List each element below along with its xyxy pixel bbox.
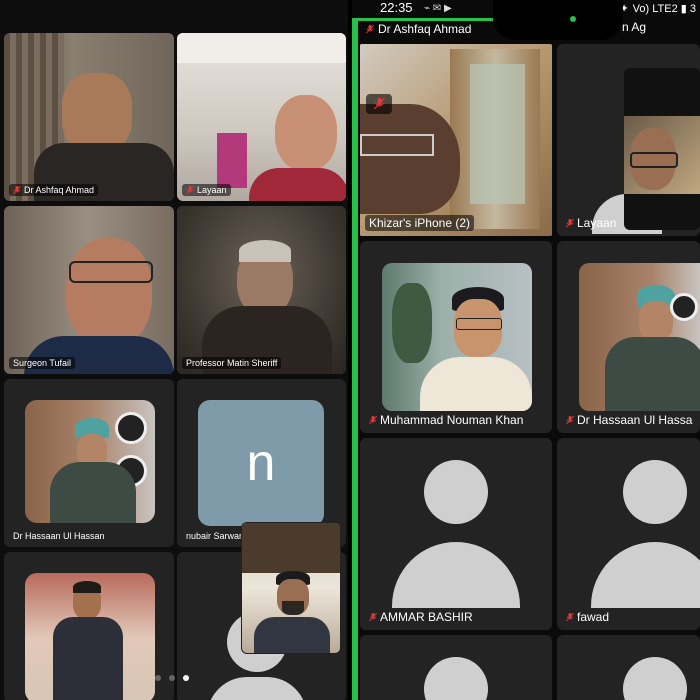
muted-mic-icon bbox=[373, 98, 385, 110]
name-text: AMMAR BASHIR bbox=[380, 610, 473, 624]
right-meeting-screen: 22:35 ⌁ ✉ ▶ ✦ Vo) LTE2 ▮ 3 Dr Ashfaq Ahm… bbox=[352, 0, 700, 700]
name-text: Dr Ashfaq Ahmad bbox=[378, 22, 472, 36]
participant-tile[interactable]: Surgeon Tufail bbox=[4, 206, 174, 374]
self-view-pip[interactable] bbox=[624, 68, 700, 230]
name-text: Muhammad Nouman Khan bbox=[380, 413, 524, 427]
participant-name-label: Khizar's iPhone (2) bbox=[365, 215, 475, 231]
name-text: Dr Ashfaq Ahmad bbox=[24, 185, 95, 195]
participant-tile[interactable]: Layaan bbox=[177, 33, 346, 201]
avatar-placeholder-body bbox=[207, 677, 307, 700]
page-indicator[interactable] bbox=[155, 675, 189, 681]
participant-name-label: Layaan bbox=[562, 215, 620, 231]
participant-video bbox=[4, 33, 174, 201]
name-text: Khizar's iPhone (2) bbox=[369, 216, 471, 230]
avatar-placeholder-head bbox=[623, 460, 687, 524]
participant-video bbox=[177, 33, 346, 201]
participant-video bbox=[4, 206, 174, 374]
muted-mic-icon bbox=[186, 185, 194, 195]
page-dot-active[interactable] bbox=[183, 675, 189, 681]
notification-icons: ⌁ ✉ ▶ bbox=[424, 3, 452, 14]
self-view-pip[interactable] bbox=[241, 522, 341, 654]
muted-mic-icon bbox=[566, 415, 574, 425]
name-text: nubair Sarwar bbox=[186, 531, 243, 541]
avatar-placeholder-head bbox=[424, 657, 488, 700]
avatar-placeholder-body bbox=[591, 542, 700, 608]
participant-profile-photo bbox=[25, 400, 155, 523]
name-text: Professor Matin Sheriff bbox=[186, 358, 278, 368]
page-dot[interactable] bbox=[169, 675, 175, 681]
participant-tile[interactable]: Muhammad Nouman Khan bbox=[360, 241, 552, 433]
participant-video bbox=[360, 44, 552, 236]
top-strip-name: Dr Ashfaq Ahmad bbox=[366, 20, 546, 38]
name-text: Layaan bbox=[577, 216, 617, 230]
participant-tile[interactable]: fawad bbox=[557, 438, 700, 630]
top-strip-name: n Ag bbox=[622, 20, 647, 34]
participant-name-label: AMMAR BASHIR bbox=[365, 609, 477, 625]
name-text: fawad bbox=[577, 610, 610, 624]
participant-profile-photo bbox=[579, 263, 700, 411]
muted-mic-icon bbox=[369, 415, 377, 425]
participant-name-label: fawad bbox=[562, 609, 613, 625]
participant-tile[interactable]: Dr Hassaan Ul Hassan bbox=[4, 379, 174, 547]
participant-video bbox=[177, 206, 346, 374]
muted-mic-icon bbox=[566, 612, 574, 622]
participant-name-label: Professor Matin Sheriff bbox=[182, 357, 282, 369]
participant-name-label: Surgeon Tufail bbox=[9, 357, 76, 369]
participant-name-label: Dr Hassaan Ul Hassan bbox=[9, 530, 109, 542]
muted-badge bbox=[366, 94, 392, 114]
name-text: Dr Hassaan Ul Hassan bbox=[13, 531, 105, 541]
name-text: Layaan bbox=[197, 185, 227, 195]
name-text: Dr Hassaan Ul Hassa bbox=[577, 413, 693, 427]
participant-name-label: Muhammad Nouman Khan bbox=[365, 412, 527, 428]
participant-tile[interactable]: Dr Hassaan Ul Hassa bbox=[557, 241, 700, 433]
participant-tile[interactable]: Dr Ashfaq Ahmad bbox=[4, 33, 174, 201]
participant-tile[interactable] bbox=[557, 635, 700, 700]
participant-name-label: Layaan bbox=[182, 184, 231, 196]
participant-name-label: nubair Sarwar bbox=[182, 530, 246, 542]
initial-text: n bbox=[246, 434, 276, 492]
active-screen-border bbox=[352, 18, 358, 700]
muted-mic-icon bbox=[366, 24, 374, 34]
muted-mic-icon bbox=[566, 218, 574, 228]
participant-tile-active-speaker[interactable]: Professor Matin Sheriff bbox=[177, 206, 346, 374]
muted-mic-icon bbox=[13, 185, 21, 195]
participant-tile[interactable] bbox=[4, 552, 174, 700]
participant-tile[interactable]: AMMAR BASHIR bbox=[360, 438, 552, 630]
avatar-placeholder-body bbox=[392, 542, 520, 608]
page-dot[interactable] bbox=[155, 675, 161, 681]
signal-text: Vo) LTE2 ▮ 3 bbox=[632, 3, 696, 15]
system-icons: ✦ Vo) LTE2 ▮ 3 bbox=[619, 2, 696, 15]
muted-mic-icon bbox=[369, 612, 377, 622]
clock: 22:35 bbox=[380, 0, 413, 15]
participant-tile[interactable] bbox=[360, 635, 552, 700]
avatar-placeholder-head bbox=[623, 657, 687, 700]
participant-profile-photo bbox=[382, 263, 532, 411]
participant-name-label: Dr Ashfaq Ahmad bbox=[9, 184, 99, 196]
participant-profile-photo bbox=[25, 573, 155, 700]
participant-initial-avatar: n bbox=[198, 400, 324, 526]
participant-tile-active-speaker[interactable]: Khizar's iPhone (2) bbox=[360, 44, 552, 236]
participant-name-label: Dr Hassaan Ul Hassa bbox=[562, 412, 696, 428]
avatar-placeholder-head bbox=[424, 460, 488, 524]
left-meeting-screen: Dr Ashfaq Ahmad Layaan Surgeon Tufail Pr… bbox=[0, 0, 350, 700]
name-text: Surgeon Tufail bbox=[13, 358, 72, 368]
